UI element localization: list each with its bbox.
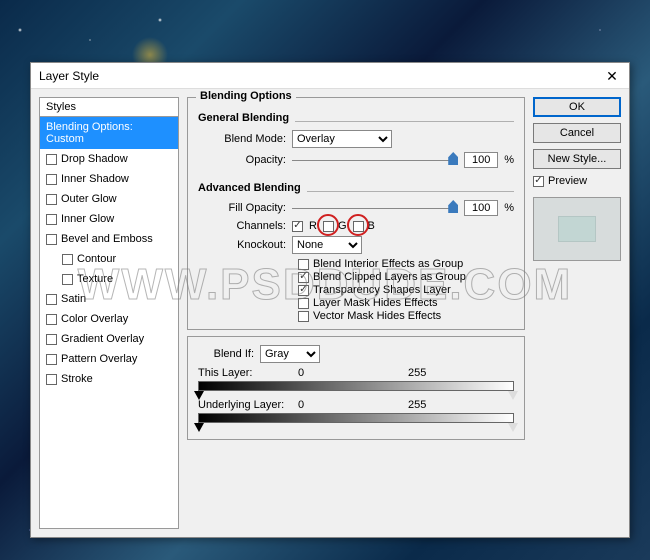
- new-style-button[interactable]: New Style...: [533, 149, 621, 169]
- cancel-button[interactable]: Cancel: [533, 123, 621, 143]
- style-label: Pattern Overlay: [61, 353, 137, 365]
- style-checkbox[interactable]: [46, 334, 57, 345]
- this-layer-high: 255: [408, 367, 458, 379]
- layer-mask-hides-checkbox[interactable]: [298, 298, 309, 309]
- style-label: Texture: [77, 273, 113, 285]
- style-label: Inner Shadow: [61, 173, 129, 185]
- style-label: Inner Glow: [61, 213, 114, 225]
- style-item-inner-shadow[interactable]: Inner Shadow: [40, 169, 178, 189]
- style-item-blending-options-custom[interactable]: Blending Options: Custom: [40, 117, 178, 149]
- right-button-panel: OK Cancel New Style... Preview: [533, 97, 621, 529]
- style-label: Satin: [61, 293, 86, 305]
- style-checkbox[interactable]: [46, 154, 57, 165]
- fill-opacity-value[interactable]: 100: [464, 200, 498, 216]
- style-label: Bevel and Emboss: [61, 233, 153, 245]
- style-item-gradient-overlay[interactable]: Gradient Overlay: [40, 329, 178, 349]
- titlebar[interactable]: Layer Style ✕: [31, 63, 629, 89]
- blend-interior-checkbox[interactable]: [298, 259, 309, 270]
- underlying-low: 0: [298, 399, 348, 411]
- style-label: Outer Glow: [61, 193, 117, 205]
- preview-thumbnail: [533, 197, 621, 261]
- opacity-slider[interactable]: [292, 154, 458, 166]
- this-layer-slider[interactable]: [198, 381, 514, 391]
- fill-opacity-slider[interactable]: [292, 202, 458, 214]
- style-checkbox[interactable]: [46, 374, 57, 385]
- style-item-contour[interactable]: Contour: [40, 249, 178, 269]
- knockout-label: Knockout:: [198, 239, 286, 251]
- style-item-inner-glow[interactable]: Inner Glow: [40, 209, 178, 229]
- style-checkbox[interactable]: [46, 214, 57, 225]
- channel-b-label: B: [368, 220, 375, 232]
- channel-r-checkbox[interactable]: [292, 221, 303, 232]
- blend-mode-select[interactable]: Overlay: [292, 130, 392, 148]
- opacity-unit: %: [504, 154, 514, 166]
- style-label: Blending Options: Custom: [46, 121, 172, 145]
- opacity-value[interactable]: 100: [464, 152, 498, 168]
- layer-mask-hides-label: Layer Mask Hides Effects: [313, 297, 438, 309]
- blend-mode-label: Blend Mode:: [198, 133, 286, 145]
- transparency-shapes-checkbox[interactable]: [298, 285, 309, 296]
- style-item-pattern-overlay[interactable]: Pattern Overlay: [40, 349, 178, 369]
- this-layer-low: 0: [298, 367, 348, 379]
- blending-options-panel: Blending Options General Blending Blend …: [187, 97, 525, 529]
- advanced-blending-title: Advanced Blending: [198, 182, 307, 194]
- transparency-shapes-label: Transparency Shapes Layer: [313, 284, 451, 296]
- blending-options-title: Blending Options: [196, 90, 296, 102]
- channels-label: Channels:: [198, 220, 286, 232]
- underlying-label: Underlying Layer:: [198, 399, 298, 411]
- styles-header: Styles: [40, 98, 178, 117]
- style-checkbox[interactable]: [46, 194, 57, 205]
- style-item-drop-shadow[interactable]: Drop Shadow: [40, 149, 178, 169]
- styles-list: Blending Options: Custom Drop Shadow Inner…: [40, 117, 178, 528]
- style-checkbox[interactable]: [46, 294, 57, 305]
- blend-clipped-checkbox[interactable]: [298, 272, 309, 283]
- underlying-slider[interactable]: [198, 413, 514, 423]
- blend-interior-label: Blend Interior Effects as Group: [313, 258, 463, 270]
- style-label: Stroke: [61, 373, 93, 385]
- style-label: Drop Shadow: [61, 153, 128, 165]
- fill-opacity-label: Fill Opacity:: [198, 202, 286, 214]
- style-item-satin[interactable]: Satin: [40, 289, 178, 309]
- style-checkbox[interactable]: [46, 174, 57, 185]
- close-button[interactable]: ✕: [595, 63, 629, 89]
- style-label: Gradient Overlay: [61, 333, 144, 345]
- vector-mask-hides-label: Vector Mask Hides Effects: [313, 310, 441, 322]
- underlying-high: 255: [408, 399, 458, 411]
- style-checkbox[interactable]: [62, 254, 73, 265]
- blend-if-panel: Blend If: Gray This Layer: 0 255 Underly…: [187, 336, 525, 440]
- style-item-texture[interactable]: Texture: [40, 269, 178, 289]
- style-label: Color Overlay: [61, 313, 128, 325]
- blend-if-label: Blend If:: [198, 348, 254, 360]
- style-item-bevel-and-emboss[interactable]: Bevel and Emboss: [40, 229, 178, 249]
- style-checkbox[interactable]: [62, 274, 73, 285]
- styles-panel: Styles Blending Options: Custom Drop Shad…: [39, 97, 179, 529]
- style-item-color-overlay[interactable]: Color Overlay: [40, 309, 178, 329]
- knockout-select[interactable]: None: [292, 236, 362, 254]
- style-item-outer-glow[interactable]: Outer Glow: [40, 189, 178, 209]
- channel-r-label: R: [309, 220, 317, 232]
- opacity-label: Opacity:: [198, 154, 286, 166]
- this-layer-label: This Layer:: [198, 367, 298, 379]
- style-checkbox[interactable]: [46, 354, 57, 365]
- window-title: Layer Style: [39, 69, 99, 83]
- channel-g-label: G: [338, 220, 347, 232]
- style-label: Contour: [77, 253, 116, 265]
- ok-button[interactable]: OK: [533, 97, 621, 117]
- fill-opacity-unit: %: [504, 202, 514, 214]
- preview-checkbox[interactable]: [533, 176, 544, 187]
- blend-clipped-label: Blend Clipped Layers as Group: [313, 271, 466, 283]
- vector-mask-hides-checkbox[interactable]: [298, 311, 309, 322]
- general-blending-title: General Blending: [198, 112, 295, 124]
- channel-b-checkbox[interactable]: [353, 221, 364, 232]
- layer-style-dialog: Layer Style ✕ Styles Blending Options: C…: [30, 62, 630, 538]
- style-checkbox[interactable]: [46, 234, 57, 245]
- channel-g-checkbox[interactable]: [323, 221, 334, 232]
- blend-if-select[interactable]: Gray: [260, 345, 320, 363]
- preview-label: Preview: [548, 175, 587, 187]
- style-item-stroke[interactable]: Stroke: [40, 369, 178, 389]
- style-checkbox[interactable]: [46, 314, 57, 325]
